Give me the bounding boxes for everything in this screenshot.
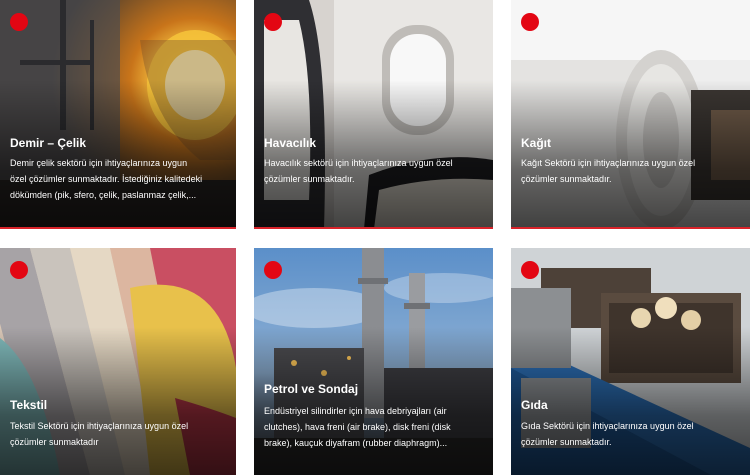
card-bottom-line [254,227,493,229]
sector-card-gida[interactable]: Gıda Gıda Sektörü için ihtiyaçlarınıza u… [511,248,750,475]
card-description: Demir çelik sektörü için ihtiyaçlarınıza… [10,158,203,200]
card-bottom-line [0,227,236,229]
red-dot-icon [521,13,539,31]
card-description: Tekstil Sektörü için ihtiyaçlarınıza uyg… [10,421,189,447]
card-description: Gıda Sektörü için ihtiyaçlarınıza uygun … [521,421,694,447]
card-title: Kağıt [521,136,551,150]
red-dot-icon [10,261,28,279]
card-bottom-line [511,227,750,229]
card-title: Demir – Çelik [10,136,87,150]
red-dot-icon [264,261,282,279]
sector-card-petrol-ve-sondaj[interactable]: Petrol ve Sondaj Endüstriyel silindirler… [254,248,493,475]
card-description: Kağıt Sektörü için ihtiyaçlarınıza uygun… [521,158,696,184]
red-dot-icon [10,13,28,31]
card-overlay [254,327,493,475]
sector-card-havacilik[interactable]: Havacılık Havacılık sektörü için ihtiyaç… [254,0,493,229]
card-title: Tekstil [10,398,48,412]
red-dot-icon [264,13,282,31]
sector-grid: Demir – Çelik Demir çelik sektörü için i… [0,0,750,475]
sector-card-tekstil[interactable]: Tekstil Tekstil Sektörü için ihtiyaçları… [0,248,236,475]
card-title: Gıda [521,398,548,412]
sector-card-demir-celik[interactable]: Demir – Çelik Demir çelik sektörü için i… [0,0,236,229]
card-title: Petrol ve Sondaj [264,382,359,396]
card-description: Havacılık sektörü için ihtiyaçlarınıza u… [264,158,453,184]
sector-card-kagit[interactable]: Kağıt Kağıt Sektörü için ihtiyaçlarınıza… [511,0,750,229]
card-description: Endüstriyel silindirler için hava debriy… [264,406,451,448]
card-title: Havacılık [264,136,317,150]
red-dot-icon [521,261,539,279]
